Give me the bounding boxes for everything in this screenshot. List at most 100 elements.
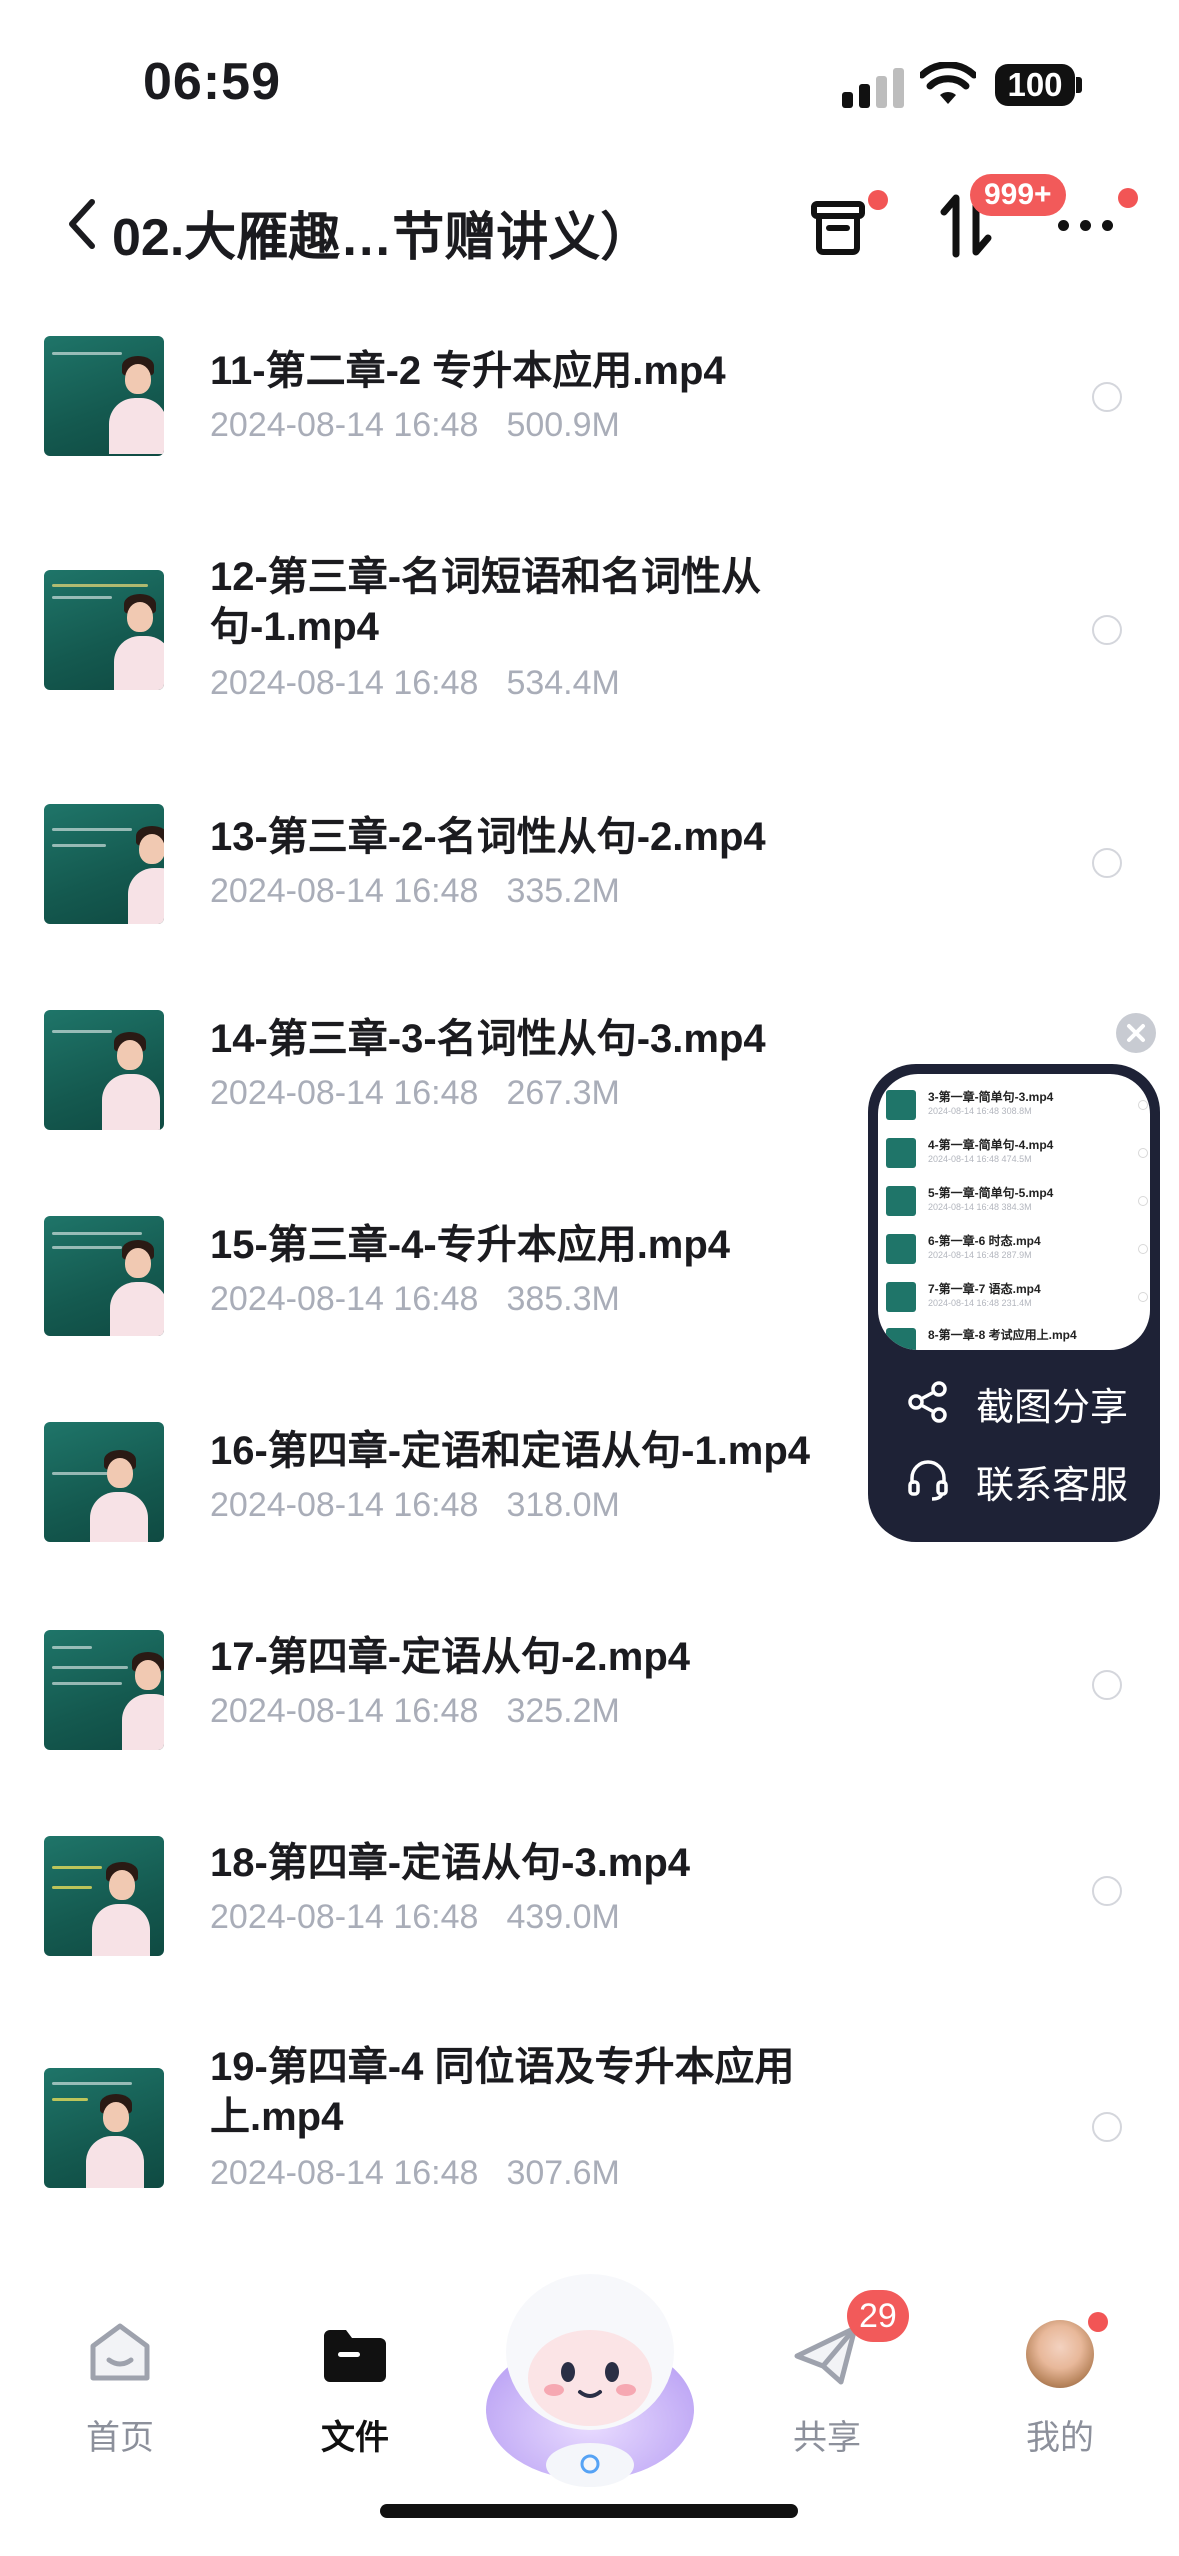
ai-assistant-mascot[interactable] bbox=[480, 2260, 700, 2490]
file-meta: 2024-08-14 16:48 385.3M bbox=[210, 1280, 620, 1319]
video-thumbnail bbox=[44, 336, 164, 456]
wifi-icon bbox=[920, 62, 976, 104]
tab-files-label: 文件 bbox=[321, 2419, 389, 2457]
file-size: 307.6M bbox=[506, 2154, 620, 2192]
select-radio[interactable] bbox=[1092, 1876, 1122, 1906]
preview-thumbnail bbox=[886, 1138, 916, 1168]
file-meta: 2024-08-14 16:48 307.6M bbox=[210, 2154, 620, 2193]
screenshot-share-button[interactable]: 截图分享 bbox=[906, 1372, 1146, 1432]
file-meta: 2024-08-14 16:48 335.2M bbox=[210, 872, 620, 911]
home-icon bbox=[90, 2323, 150, 2381]
preview-radio bbox=[1138, 1148, 1148, 1158]
file-name: 12-第三章-名词短语和名词性从句-1.mp4 bbox=[210, 555, 762, 649]
notification-dot bbox=[1088, 2312, 1108, 2332]
file-meta: 2024-08-14 16:48 267.3M bbox=[210, 1074, 620, 1113]
file-size: 267.3M bbox=[506, 1074, 620, 1112]
select-radio[interactable] bbox=[1092, 848, 1122, 878]
file-name: 15-第三章-4-专升本应用.mp4 bbox=[210, 1223, 731, 1267]
close-icon bbox=[1127, 1024, 1145, 1042]
share-count-badge: 29 bbox=[847, 2290, 909, 2342]
file-size: 325.2M bbox=[506, 1692, 620, 1730]
contact-service-button[interactable]: 联系客服 bbox=[906, 1450, 1146, 1510]
recycle-bin-icon bbox=[811, 201, 865, 255]
file-meta: 2024-08-14 16:48 439.0M bbox=[210, 1898, 620, 1937]
preview-thumbnail bbox=[886, 1234, 916, 1264]
tab-files[interactable]: 文件 bbox=[285, 2240, 425, 2457]
file-row[interactable]: 19-第四章-4 同位语及专升本应用上.mp4 2024-08-14 16:48… bbox=[0, 2045, 1179, 2268]
file-meta: 2024-08-14 16:48 318.0M bbox=[210, 1486, 620, 1525]
preview-item: 7-第一章-7 语态.mp4 2024-08-14 16:48 231.4M bbox=[886, 1278, 1148, 1322]
video-thumbnail bbox=[44, 804, 164, 924]
video-thumbnail bbox=[44, 1010, 164, 1130]
avatar bbox=[1026, 2320, 1094, 2388]
file-date: 2024-08-14 16:48 bbox=[210, 872, 479, 910]
file-row[interactable]: 13-第三章-2-名词性从句-2.mp4 2024-08-14 16:48 335… bbox=[0, 804, 1179, 1004]
file-name: 11-第二章-2 专升本应用.mp4 bbox=[210, 349, 726, 393]
file-date: 2024-08-14 16:48 bbox=[210, 2154, 479, 2192]
status-time: 06:59 bbox=[143, 53, 281, 111]
file-row[interactable]: 12-第三章-名词短语和名词性从句-1.mp4 2024-08-14 16:48… bbox=[0, 555, 1179, 770]
tab-share[interactable]: 29 共享 bbox=[757, 2240, 909, 2457]
notification-dot bbox=[868, 190, 888, 210]
file-name: 13-第三章-2-名词性从句-2.mp4 bbox=[210, 815, 766, 859]
file-row[interactable]: 17-第四章-定语从句-2.mp4 2024-08-14 16:48 325.2M bbox=[0, 1630, 1179, 1830]
select-radio[interactable] bbox=[1092, 2112, 1122, 2142]
preview-thumbnail bbox=[886, 1090, 916, 1120]
video-thumbnail bbox=[44, 1216, 164, 1336]
file-date: 2024-08-14 16:48 bbox=[210, 1280, 479, 1318]
file-name: 18-第四章-定语从句-3.mp4 bbox=[210, 1841, 691, 1885]
file-meta: 2024-08-14 16:48 500.9M bbox=[210, 406, 620, 445]
close-floating-panel-button[interactable] bbox=[1116, 1013, 1156, 1053]
file-size: 439.0M bbox=[506, 1898, 620, 1936]
preview-item: 4-第一章-简单句-4.mp4 2024-08-14 16:48 474.5M bbox=[886, 1134, 1148, 1178]
video-thumbnail bbox=[44, 1630, 164, 1750]
page-title: 02.大雁趣…节赠讲义） bbox=[112, 209, 653, 267]
preview-thumbnail bbox=[886, 1282, 916, 1312]
select-radio[interactable] bbox=[1092, 382, 1122, 412]
video-thumbnail bbox=[44, 1422, 164, 1542]
file-date: 2024-08-14 16:48 bbox=[210, 1074, 479, 1112]
preview-item-name: 4-第一章-简单句-4.mp4 bbox=[928, 1138, 1054, 1152]
mascot-icon bbox=[486, 2274, 694, 2487]
file-date: 2024-08-14 16:48 bbox=[210, 406, 479, 444]
preview-item-name: 7-第一章-7 语态.mp4 bbox=[928, 1282, 1041, 1296]
back-icon[interactable] bbox=[62, 196, 102, 252]
preview-item-meta: 2024-08-14 16:48 231.4M bbox=[928, 1298, 1032, 1308]
preview-item: 6-第一章-6 时态.mp4 2024-08-14 16:48 287.9M bbox=[886, 1230, 1148, 1274]
contact-service-label: 联系客服 bbox=[976, 1465, 1129, 1507]
preview-radio bbox=[1138, 1196, 1148, 1206]
file-date: 2024-08-14 16:48 bbox=[210, 1898, 479, 1936]
more-options-button[interactable] bbox=[1058, 188, 1138, 240]
preview-item-name: 8-第一章-8 考试应用上.mp4 bbox=[928, 1328, 1077, 1342]
select-radio[interactable] bbox=[1092, 615, 1122, 645]
video-thumbnail bbox=[44, 570, 164, 690]
file-size: 500.9M bbox=[506, 406, 620, 444]
preview-item-meta: 2024-08-14 16:48 474.5M bbox=[928, 1154, 1032, 1164]
headset-icon bbox=[908, 1460, 948, 1501]
preview-item: 5-第一章-简单句-5.mp4 2024-08-14 16:48 384.3M bbox=[886, 1182, 1148, 1226]
file-name: 19-第四章-4 同位语及专升本应用上.mp4 bbox=[210, 2045, 795, 2139]
battery-indicator: 100 bbox=[995, 64, 1075, 106]
recycle-bin-button[interactable] bbox=[810, 190, 888, 260]
file-size: 385.3M bbox=[506, 1280, 620, 1318]
file-row[interactable]: 11-第二章-2 专升本应用.mp4 2024-08-14 16:48 500.9… bbox=[0, 336, 1179, 536]
share-icon bbox=[908, 1381, 947, 1423]
preview-item-meta: 2024-08-14 16:48 287.9M bbox=[928, 1250, 1032, 1260]
file-name: 14-第三章-3-名词性从句-3.mp4 bbox=[210, 1017, 766, 1061]
preview-radio bbox=[1138, 1100, 1148, 1110]
home-indicator bbox=[380, 2504, 798, 2518]
select-radio[interactable] bbox=[1092, 1670, 1122, 1700]
file-date: 2024-08-14 16:48 bbox=[210, 1486, 479, 1524]
screenshot-preview[interactable]: 3-第一章-简单句-3.mp4 2024-08-14 16:48 308.8M 4… bbox=[878, 1074, 1150, 1350]
video-thumbnail bbox=[44, 2068, 164, 2188]
file-meta: 2024-08-14 16:48 325.2M bbox=[210, 1692, 620, 1731]
file-row[interactable]: 18-第四章-定语从句-3.mp4 2024-08-14 16:48 439.0M bbox=[0, 1836, 1179, 2036]
file-name: 17-第四章-定语从句-2.mp4 bbox=[210, 1635, 691, 1679]
preview-item: 8-第一章-8 考试应用上.mp4 bbox=[886, 1324, 1146, 1350]
transfer-count-badge: 999+ bbox=[970, 174, 1066, 216]
preview-thumbnail bbox=[886, 1186, 916, 1216]
preview-item-meta: 2024-08-14 16:48 384.3M bbox=[928, 1202, 1032, 1212]
video-thumbnail bbox=[44, 1836, 164, 1956]
tab-home[interactable]: 首页 bbox=[50, 2240, 190, 2457]
tab-mine[interactable]: 我的 bbox=[990, 2240, 1130, 2457]
